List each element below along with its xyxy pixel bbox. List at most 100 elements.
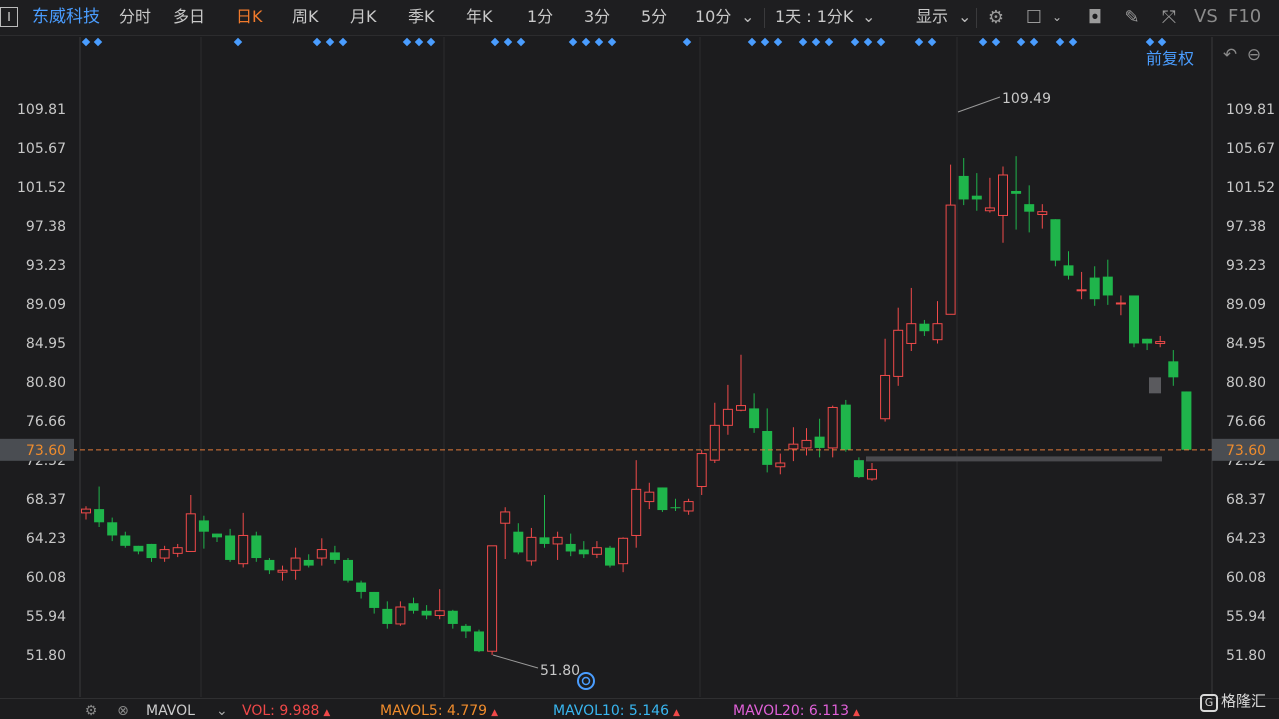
candle-body-down (919, 323, 930, 332)
high-price-label: 109.49 (1002, 91, 1051, 107)
square-toggle-icon[interactable]: ☐ (1022, 6, 1046, 30)
event-marker-diamond (1016, 37, 1026, 47)
event-marker-diamond (682, 37, 692, 47)
interval-select[interactable]: 1天 : 1分K (775, 0, 853, 36)
candle-body-down (356, 582, 367, 592)
period-tab-5min[interactable]: 5分 (641, 0, 667, 36)
high-annotation-leader (957, 96, 1001, 113)
indicator-bar: ⚙ ⊗ MAVOL ⌄ VOL: 9.988 ▲ MAVOL5: 4.779 ▲ M… (0, 698, 1279, 719)
current-price-label-left: 73.60 (26, 443, 66, 459)
period-tab-multiday[interactable]: 多日 (173, 0, 205, 36)
display-chevron-down-icon[interactable]: ⌄ (958, 0, 971, 36)
display-menu[interactable]: 显示 (916, 0, 948, 36)
candle-body-down (303, 559, 314, 566)
camera-icon[interactable]: ◘ (1083, 6, 1107, 30)
event-marker-diamond (760, 37, 770, 47)
candle-body-up (880, 374, 891, 420)
kline-chart[interactable]: 109.81 109.81 105.67 105.67 101.52 101.52 97.3… (0, 37, 1279, 697)
candle-body-down (840, 404, 851, 450)
candle-body-down (670, 507, 681, 509)
period-tab-monthly[interactable]: 月K (350, 0, 377, 36)
candle-body-up (644, 491, 655, 503)
mavol20-label: MAVOL20: (733, 703, 805, 719)
fullscreen-icon[interactable]: ⤧ (1157, 6, 1181, 30)
period-tab-yearly[interactable]: 年K (466, 0, 493, 36)
candle-body-down (120, 535, 131, 546)
sidebar-toggle-icon[interactable]: I (0, 7, 18, 27)
candle-body-down (421, 610, 432, 616)
period-tab-weekly[interactable]: 周K (292, 0, 319, 36)
candle-body-up (316, 549, 327, 559)
indicator-settings-gear-icon[interactable]: ⚙ (82, 702, 100, 719)
toolbar-divider (976, 8, 977, 28)
locate-target-icon (577, 672, 595, 690)
event-marker-diamond (811, 37, 821, 47)
y-axis-label-right: 60.08 (1226, 570, 1266, 586)
period-tab-quarterly[interactable]: 季K (408, 0, 435, 36)
mavol20-value: 6.113 (808, 703, 849, 719)
y-axis-label-left: 68.37 (26, 492, 66, 508)
candle-body-up (932, 323, 943, 341)
square-chevron-down-icon[interactable]: ⌄ (1052, 0, 1062, 36)
candle-body-down (447, 610, 458, 624)
period-more-chevron-icon[interactable]: ⌄ (741, 0, 754, 36)
y-axis-label-left: 101.52 (17, 180, 66, 196)
mavol10-label: MAVOL10: (553, 703, 625, 719)
settings-gear-icon[interactable]: ⚙ (984, 6, 1008, 30)
event-marker-diamond (233, 37, 243, 47)
event-marker-diamond (1029, 37, 1039, 47)
y-axis-label-left: 97.38 (26, 219, 66, 235)
period-tab-intraday[interactable]: 分时 (119, 0, 151, 36)
candle-body-up (487, 545, 498, 652)
period-tab-10min[interactable]: 10分 (695, 0, 731, 36)
y-axis-label-right: 109.81 (1226, 102, 1275, 118)
event-marker-diamond (414, 37, 424, 47)
candle-body-down (251, 535, 262, 559)
indicator-close-icon[interactable]: ⊗ (114, 702, 132, 719)
watermark-text: 格隆汇 (1221, 692, 1267, 710)
f10-button[interactable]: F10 (1228, 0, 1261, 36)
interval-chevron-down-icon[interactable]: ⌄ (862, 0, 875, 36)
y-axis-label-right: 89.09 (1226, 297, 1266, 313)
event-marker-diamond (978, 37, 988, 47)
candle-body-up (434, 610, 445, 616)
candle-body-down (1129, 295, 1139, 344)
period-tab-3min[interactable]: 3分 (584, 0, 610, 36)
candle-body-up (867, 469, 877, 480)
indicator-chevron-down-icon[interactable]: ⌄ (216, 702, 228, 719)
y-axis-label-right: 64.23 (1226, 531, 1266, 547)
y-axis-label-left: 60.08 (26, 570, 66, 586)
candle-body-down (382, 608, 393, 624)
indicator-name[interactable]: MAVOL (146, 702, 195, 719)
mavol20-up-arrow-icon: ▲ (853, 708, 860, 718)
candle-body-down (460, 625, 471, 632)
mavol5-value: 4.779 (447, 703, 488, 719)
period-tab-daily[interactable]: 日K (236, 0, 263, 36)
candle-body-up (1037, 211, 1048, 216)
candle-body-down (198, 520, 209, 532)
candle-body-up (722, 408, 733, 426)
mavol10-reading: MAVOL10: 5.146 ▲ (553, 702, 680, 719)
candle-body-up (81, 508, 91, 514)
candle-body-up (1155, 341, 1166, 344)
y-axis-label-left: 64.23 (26, 531, 66, 547)
event-marker-diamond (1145, 37, 1155, 47)
period-tab-1min[interactable]: 1分 (527, 0, 553, 36)
event-marker-diamond (402, 37, 412, 47)
vol-label: VOL: (242, 703, 275, 719)
candle-body-up (238, 534, 249, 565)
candle-body-down (225, 535, 236, 560)
candle-body-down (578, 549, 589, 555)
candle-body-down (1168, 361, 1179, 378)
event-marker-diamond (93, 37, 103, 47)
candle-body-up (1115, 302, 1126, 305)
vs-compare-button[interactable]: VS (1194, 0, 1218, 36)
candle-body-down (565, 543, 576, 552)
candle-body-up (290, 557, 301, 571)
vol-value: 9.988 (279, 703, 320, 719)
logo-g-icon: G (1200, 694, 1218, 712)
stock-name[interactable]: 东威科技 (32, 0, 100, 36)
pencil-icon[interactable]: ✎ (1120, 6, 1144, 30)
candle-body-down (94, 509, 105, 523)
event-marker-diamond (503, 37, 513, 47)
